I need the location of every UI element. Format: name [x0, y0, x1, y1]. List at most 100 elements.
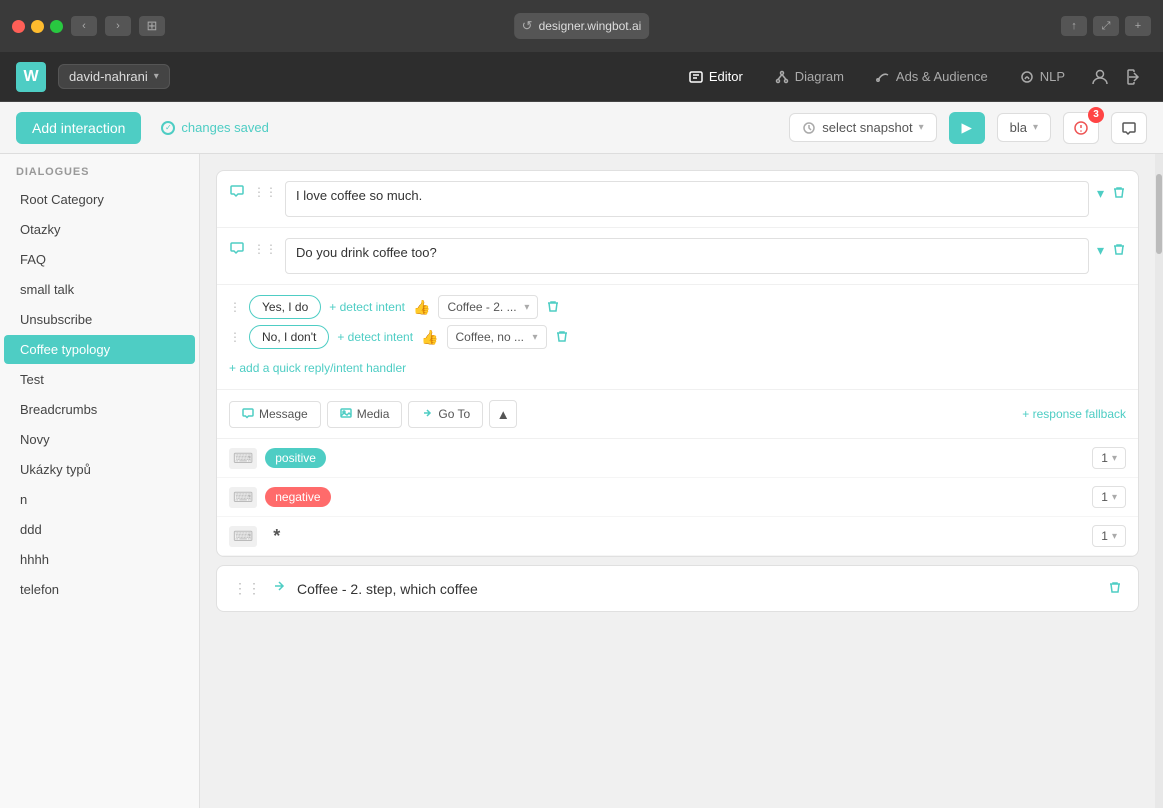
snapshot-selector[interactable]: select snapshot ▾	[789, 113, 936, 142]
tab-editor[interactable]: Editor	[675, 63, 757, 90]
sidebar-item-ukazky-typu[interactable]: Ukázky typů	[4, 455, 195, 484]
response-fallback-button[interactable]: response fallback	[1022, 407, 1126, 421]
minimize-button[interactable]	[31, 20, 44, 33]
new-tab-button[interactable]: +	[1125, 16, 1151, 36]
sidebar-section-label: DIALOGUES	[0, 154, 199, 184]
sidebar-item-telefon[interactable]: telefon	[4, 575, 195, 604]
sidebar-item-faq[interactable]: FAQ	[4, 245, 195, 274]
card-2-title: Coffee - 2. step, which coffee	[297, 581, 478, 597]
user-icon	[1091, 68, 1109, 86]
play-button[interactable]: ▶	[949, 112, 985, 144]
message-action-button[interactable]: Message	[229, 401, 321, 428]
card-2-drag-handle[interactable]: ⋮⋮	[233, 580, 261, 597]
collapse-icon: ▲	[497, 407, 510, 422]
sidebar-item-novy[interactable]: Novy	[4, 425, 195, 454]
sidebar-item-ddd[interactable]: ddd	[4, 515, 195, 544]
sidebar-item-unsubscribe[interactable]: Unsubscribe	[4, 305, 195, 334]
tab-editor-label: Editor	[709, 69, 743, 84]
header-nav: Editor Diagram Ads & Audience NLP	[675, 63, 1079, 90]
tab-diagram[interactable]: Diagram	[761, 63, 858, 90]
sidebar-item-root-category[interactable]: Root Category	[4, 185, 195, 214]
sidebar-item-test[interactable]: Test	[4, 365, 195, 394]
delete-card-2-button[interactable]	[1108, 580, 1122, 597]
media-action-button[interactable]: Media	[327, 401, 403, 428]
goto-action-button[interactable]: Go To	[408, 401, 483, 428]
sidebar-item-breadcrumbs[interactable]: Breadcrumbs	[4, 395, 195, 424]
asterisk-num-selector[interactable]: 1 ▾	[1092, 525, 1126, 547]
negative-num-selector[interactable]: 1 ▾	[1092, 486, 1126, 508]
intent-dropdown-1[interactable]: Coffee - 2. ... ▾	[438, 295, 538, 319]
expand-icon-1[interactable]: ▾	[1097, 185, 1104, 202]
snapshot-placeholder-label: select snapshot	[822, 120, 912, 135]
positive-num-selector[interactable]: 1 ▾	[1092, 447, 1126, 469]
nlp-icon	[1020, 70, 1034, 84]
qr-drag-handle-1[interactable]: ⋮	[229, 300, 241, 314]
delete-message-1-button[interactable]	[1112, 185, 1126, 202]
env-selector[interactable]: bla ▾	[997, 113, 1051, 142]
intent-row-negative: ⌨ negative 1 ▾	[217, 478, 1138, 517]
share-button[interactable]: ↑	[1061, 16, 1087, 36]
maximize-button[interactable]	[50, 20, 63, 33]
sidebar-item-n[interactable]: n	[4, 485, 195, 514]
detect-intent-button-1[interactable]: detect intent	[329, 300, 405, 314]
intent-dropdown-chevron-1: ▾	[524, 302, 529, 313]
sidebar-item-small-talk[interactable]: small talk	[4, 275, 195, 304]
add-interaction-button[interactable]: Add interaction	[16, 112, 141, 144]
sidebar-item-hhhh[interactable]: hhhh	[4, 545, 195, 574]
back-button[interactable]: ‹	[71, 16, 97, 36]
dialogue-card-2: ⋮⋮ Coffee - 2. step, which coffee	[216, 565, 1139, 612]
logout-button[interactable]	[1121, 64, 1147, 90]
app-header: W david-nahrani ▾ Editor Diagram Ads & A…	[0, 52, 1163, 102]
forward-button[interactable]: ›	[105, 16, 131, 36]
scrollbar-track[interactable]	[1155, 154, 1163, 808]
message-bubble-icon-1	[229, 183, 245, 204]
message-bubble-icon-2	[229, 240, 245, 261]
message-input-1[interactable]	[285, 181, 1089, 217]
message-input-2[interactable]	[285, 238, 1089, 274]
ads-icon	[876, 70, 890, 84]
alert-icon	[1073, 120, 1089, 136]
drag-handle-1[interactable]: ⋮⋮	[253, 185, 277, 199]
add-quick-reply-button[interactable]: add a quick reply/intent handler	[229, 357, 406, 379]
chat-button[interactable]	[1111, 112, 1147, 144]
workspace-name: david-nahrani	[69, 69, 148, 84]
workspace-selector[interactable]: david-nahrani ▾	[58, 64, 170, 89]
delete-qr-2-button[interactable]	[555, 329, 569, 346]
detect-intent-button-2[interactable]: detect intent	[337, 330, 413, 344]
goto-action-icon	[421, 407, 433, 422]
app-logo: W	[16, 62, 46, 92]
sidebar-item-coffee-typology[interactable]: Coffee typology	[4, 335, 195, 364]
close-button[interactable]	[12, 20, 25, 33]
message-row-2: ⋮⋮ ▾	[217, 228, 1138, 285]
alert-button[interactable]: 3	[1063, 112, 1099, 144]
asterisk-num-chevron-icon: ▾	[1112, 531, 1117, 542]
play-icon: ▶	[961, 120, 971, 136]
scrollbar-thumb[interactable]	[1156, 174, 1162, 254]
delete-message-2-button[interactable]	[1112, 242, 1126, 259]
drag-handle-2[interactable]: ⋮⋮	[253, 242, 277, 256]
reload-icon: ↺	[522, 18, 533, 34]
tab-ads-audience[interactable]: Ads & Audience	[862, 63, 1002, 90]
traffic-lights	[12, 20, 63, 33]
keyboard-icon-2: ⌨	[229, 487, 257, 508]
collapse-button[interactable]: ▲	[489, 400, 517, 428]
sidebar: DIALOGUES Root Category Otazky FAQ small…	[0, 154, 200, 808]
user-icon-button[interactable]	[1087, 64, 1113, 90]
thumbs-up-icon-2: 👍	[421, 329, 438, 346]
tab-nlp[interactable]: NLP	[1006, 63, 1079, 90]
address-bar: ↺ designer.wingbot.ai	[514, 13, 650, 39]
expand-button[interactable]: ⤢	[1093, 16, 1119, 36]
delete-qr-1-button[interactable]	[546, 299, 560, 316]
tab-nlp-label: NLP	[1040, 69, 1065, 84]
grid-view-button[interactable]: ⊞	[139, 16, 165, 36]
changes-saved-indicator: changes saved	[161, 120, 268, 135]
quick-replies-section: ⋮ Yes, I do detect intent 👍 Coffee - 2. …	[217, 285, 1138, 390]
quick-reply-row-1: ⋮ Yes, I do detect intent 👍 Coffee - 2. …	[229, 295, 1126, 319]
sidebar-item-otazky[interactable]: Otazky	[4, 215, 195, 244]
url-text: designer.wingbot.ai	[539, 19, 642, 33]
logout-icon	[1125, 68, 1143, 86]
qr-drag-handle-2[interactable]: ⋮	[229, 330, 241, 344]
message-action-icon	[242, 407, 254, 422]
expand-icon-2[interactable]: ▾	[1097, 242, 1104, 259]
intent-dropdown-2[interactable]: Coffee, no ... ▾	[447, 325, 547, 349]
